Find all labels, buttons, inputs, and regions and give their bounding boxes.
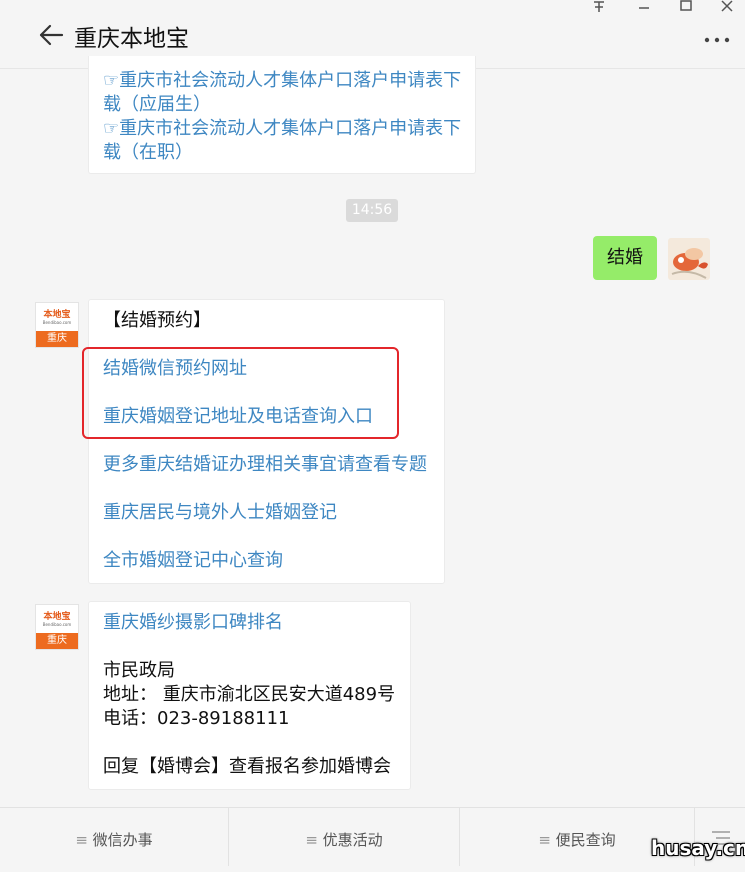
link-foreign-marriage-registration[interactable]: 重庆居民与境外人士婚姻登记 — [103, 501, 337, 525]
menu-lines-icon: ≡ — [75, 831, 88, 849]
account-logo-city: 重庆 — [36, 331, 78, 347]
link-collective-hukou-employed[interactable]: ☞重庆市社会流动人才集体户口落户申请表下 — [103, 117, 461, 141]
marriage-reply-card — [88, 299, 445, 584]
minimize-icon[interactable] — [636, 0, 652, 14]
back-arrow-icon[interactable] — [38, 22, 64, 48]
user-message-bubble: 结婚 — [593, 236, 657, 280]
close-icon[interactable] — [719, 0, 735, 14]
link-collective-hukou-employed-cont[interactable]: 载（在职） — [103, 141, 193, 165]
menu-lines-icon: ≡ — [538, 831, 551, 849]
account-logo-city: 重庆 — [36, 633, 78, 649]
marriage-card-heading: 【结婚预约】 — [103, 310, 211, 331]
watermark-text: husay.cn — [651, 836, 745, 860]
message-timestamp: 14:56 — [346, 199, 398, 222]
wedding-expo-reply-hint: 回复【婚博会】查看报名参加婚博会 — [103, 756, 391, 777]
pin-icon[interactable] — [591, 0, 607, 14]
account-avatar[interactable]: 本地宝 Bendibao.com 重庆 — [35, 302, 79, 348]
link-collective-hukou-graduate[interactable]: ☞重庆市社会流动人才集体户口落户申请表下 — [103, 69, 461, 93]
account-logo-brand: 本地宝 — [43, 612, 71, 622]
more-icon[interactable] — [703, 36, 731, 44]
civil-affairs-address: 地址： 重庆市渝北区民安大道489号 — [103, 684, 396, 705]
account-logo-brand: 本地宝 — [43, 310, 71, 320]
tab-label: 优惠活动 — [322, 831, 383, 849]
link-collective-hukou-graduate-cont[interactable]: 载（应届生） — [103, 93, 211, 117]
bottom-menu-bar: ≡ 微信办事 ≡ 优惠活动 ≡ 便民查询 — [0, 807, 745, 866]
chat-title: 重庆本地宝 — [74, 26, 189, 52]
tab-label: 微信办事 — [92, 831, 153, 849]
account-logo-url: Bendibao.com — [42, 622, 72, 627]
link-wedding-photo-ranking[interactable]: 重庆婚纱摄影口碑排名 — [103, 611, 283, 635]
tab-wechat-services[interactable]: ≡ 微信办事 — [0, 808, 228, 866]
account-avatar[interactable]: 本地宝 Bendibao.com 重庆 — [35, 604, 79, 650]
user-avatar[interactable] — [668, 238, 710, 280]
link-registry-center-search[interactable]: 全市婚姻登记中心查询 — [103, 549, 283, 573]
menu-lines-icon: ≡ — [305, 831, 318, 849]
civil-affairs-phone: 电话：023-89188111 — [103, 708, 290, 729]
tab-label: 便民查询 — [555, 831, 616, 849]
tab-promotions[interactable]: ≡ 优惠活动 — [229, 808, 459, 866]
link-marriage-certificate-topic[interactable]: 更多重庆结婚证办理相关事宜请查看专题 — [103, 453, 427, 477]
civil-affairs-bureau-label: 市民政局 — [103, 660, 175, 681]
highlight-box — [82, 347, 399, 439]
maximize-icon[interactable] — [678, 0, 694, 14]
account-logo-url: Bendibao.com — [42, 320, 72, 325]
